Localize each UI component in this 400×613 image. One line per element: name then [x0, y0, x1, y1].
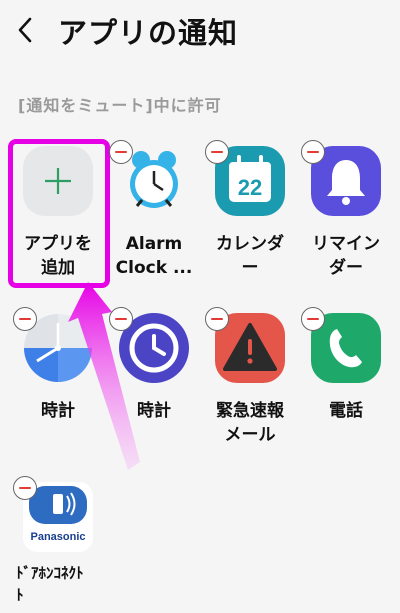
app-item-alarm-clock[interactable]: Alarm Clock ... — [106, 140, 202, 280]
page-title: アプリの通知 — [58, 16, 239, 50]
app-label: カレンダ ー — [216, 234, 284, 278]
remove-button[interactable] — [301, 307, 325, 331]
app-item-clock[interactable]: 時計 — [10, 307, 106, 423]
header-bar: アプリの通知 — [0, 0, 400, 62]
app-item-phone[interactable]: 電話 — [298, 307, 394, 423]
plus-icon — [23, 146, 93, 216]
app-label: ﾄﾞｱﾎﾝｺﾈｸﾄ ﾄ — [16, 564, 84, 604]
app-label: 時計 — [137, 401, 171, 421]
add-app-button[interactable]: アプリを 追加 — [10, 146, 106, 280]
remove-button[interactable] — [13, 307, 37, 331]
section-label: [通知をミュート]中に許可 — [18, 96, 222, 115]
back-button[interactable] — [10, 12, 40, 48]
app-label: Alarm Clock ... — [115, 234, 193, 278]
app-item-clock-2[interactable]: 時計 — [106, 307, 202, 423]
brand-text: Panasonic — [30, 531, 85, 543]
app-label: 電話 — [329, 401, 363, 421]
app-item-door-phone[interactable]: Panasonic — [10, 476, 106, 552]
remove-button[interactable] — [109, 307, 133, 331]
remove-button[interactable] — [205, 307, 229, 331]
app-item-reminder[interactable]: リマイン ダー — [298, 140, 394, 280]
app-label: リマイン ダー — [312, 234, 380, 278]
app-label: 緊急速報 メール — [216, 401, 284, 445]
remove-button[interactable] — [109, 140, 133, 164]
app-item-calendar[interactable]: 22 カレンダ ー — [202, 140, 298, 280]
chevron-left-icon — [18, 17, 32, 43]
calendar-day: 22 — [238, 175, 262, 200]
app-item-emergency[interactable]: 緊急速報 メール — [202, 307, 298, 447]
remove-button[interactable] — [301, 140, 325, 164]
remove-button[interactable] — [205, 140, 229, 164]
remove-button[interactable] — [13, 476, 37, 500]
add-app-label: アプリを 追加 — [24, 234, 92, 278]
app-label: 時計 — [41, 401, 75, 421]
